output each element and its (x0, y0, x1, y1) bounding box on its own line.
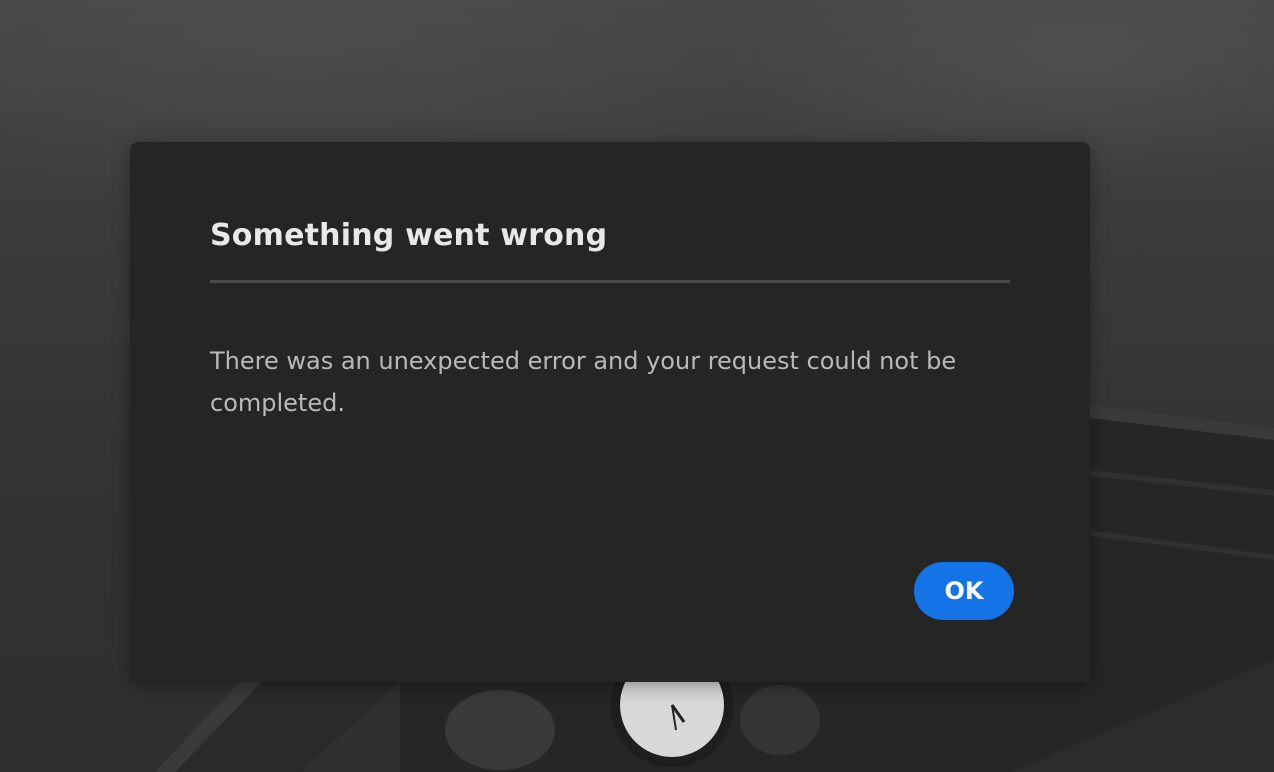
ok-button[interactable]: OK (914, 562, 1014, 620)
title-divider (210, 280, 1010, 283)
dialog-title: Something went wrong (210, 218, 608, 253)
error-dialog: Something went wrong There was an unexpe… (130, 142, 1090, 682)
dialog-message: There was an unexpected error and your r… (210, 347, 957, 417)
